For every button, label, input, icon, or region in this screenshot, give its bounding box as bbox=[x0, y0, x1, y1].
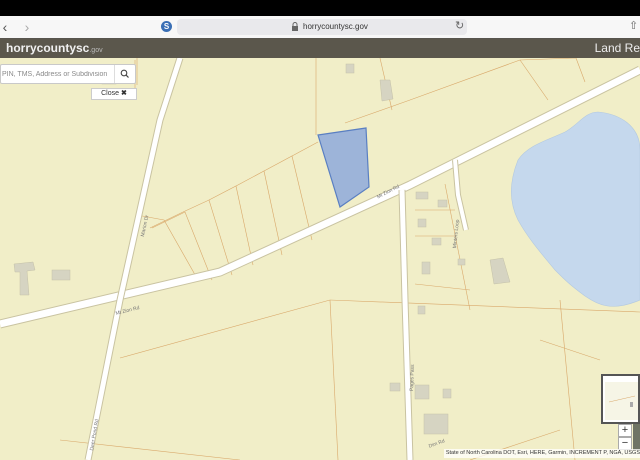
close-label: Close bbox=[101, 90, 120, 97]
search-icon bbox=[120, 69, 129, 78]
search-button[interactable] bbox=[114, 65, 135, 83]
search-input[interactable] bbox=[1, 65, 116, 83]
overview-extent-icon bbox=[608, 395, 636, 407]
browser-toolbar: ‹ › S horrycountysc.gov bbox=[0, 16, 640, 39]
forward-icon[interactable]: › bbox=[22, 19, 32, 35]
device-status-bar bbox=[0, 0, 640, 16]
site-logo[interactable]: horrycountysc.gov bbox=[6, 41, 103, 58]
basemap-toggle[interactable] bbox=[633, 424, 640, 450]
overview-map[interactable] bbox=[601, 374, 640, 424]
lock-icon bbox=[292, 22, 298, 31]
zoom-in-button[interactable]: + bbox=[618, 424, 632, 437]
reload-icon[interactable]: ↻ bbox=[455, 19, 465, 33]
app-header: horrycountysc.gov Land Re bbox=[0, 38, 640, 58]
url-text: horrycountysc.gov bbox=[303, 22, 368, 31]
address-bar[interactable]: horrycountysc.gov bbox=[177, 19, 467, 35]
parcel-search-box bbox=[0, 64, 136, 84]
overview-map-view bbox=[605, 382, 638, 420]
map-attribution: State of North Carolina DOT, Esri, HERE,… bbox=[443, 449, 640, 458]
parcel-map[interactable]: Mt Zion Rd Mt Zion Rd Marion Dr Minters … bbox=[0, 58, 640, 460]
back-icon[interactable]: ‹ bbox=[0, 19, 10, 35]
close-search-button[interactable]: Close ✖ bbox=[91, 88, 137, 100]
road-label-pages-pass: Pages Pass bbox=[409, 364, 416, 392]
map-canvas[interactable] bbox=[0, 58, 640, 460]
share-icon[interactable]: ⇧ bbox=[629, 19, 639, 33]
header-title: Land Re bbox=[594, 41, 640, 55]
logo-main: horrycountysc bbox=[6, 41, 90, 55]
logo-suffix: .gov bbox=[89, 47, 103, 54]
close-icon: ✖ bbox=[120, 90, 127, 97]
site-icon: S bbox=[161, 21, 172, 32]
